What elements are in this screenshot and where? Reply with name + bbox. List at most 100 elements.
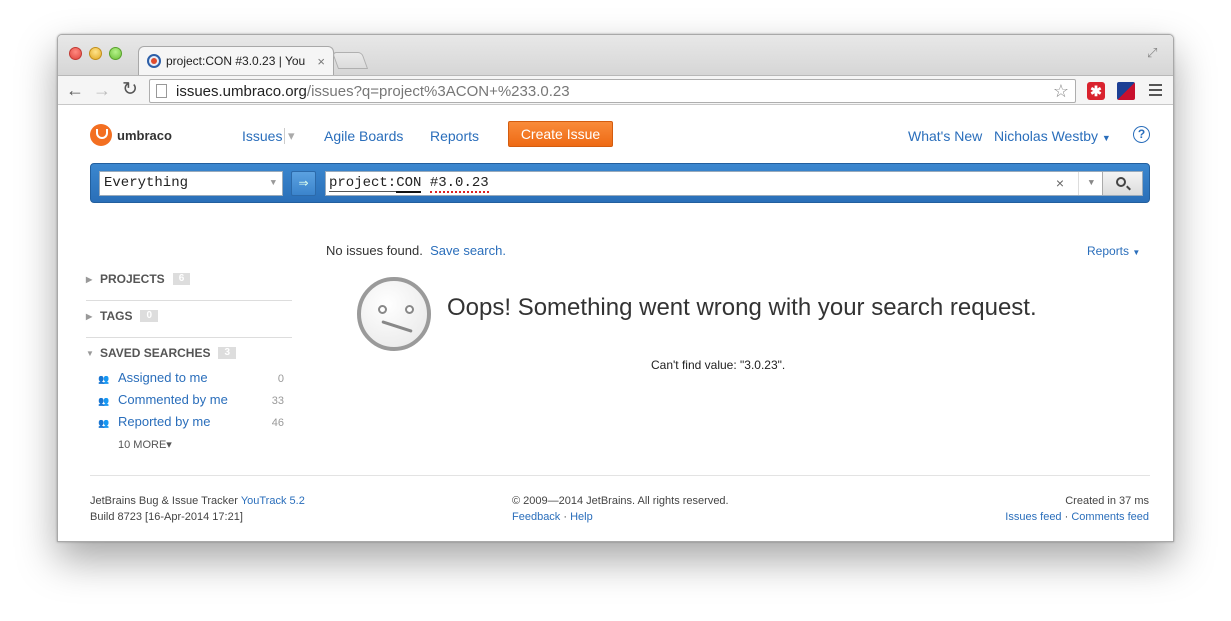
url-text[interactable]: issues.umbraco.org/issues?q=project%3ACO… bbox=[176, 83, 570, 100]
saved-search-count: 46 bbox=[271, 417, 284, 429]
saved-searches-header[interactable]: ▼ SAVED SEARCHES 3 bbox=[86, 346, 237, 360]
reload-icon[interactable]: ↻ bbox=[122, 79, 138, 101]
url-host: issues.umbraco.org bbox=[176, 82, 307, 100]
help-link[interactable]: Help bbox=[570, 511, 593, 523]
browser-tab[interactable]: project:CON #3.0.23 | You × bbox=[138, 46, 334, 75]
tab-close-icon[interactable]: × bbox=[317, 54, 325, 69]
reports-dropdown-label: Reports bbox=[1087, 244, 1130, 258]
tab-title: project:CON #3.0.23 | You bbox=[166, 54, 306, 68]
search-status: No issues found. Save search. bbox=[326, 243, 506, 258]
tags-section[interactable]: ▶ TAGS 0 bbox=[86, 301, 292, 338]
created-time: Created in 37 ms bbox=[1065, 495, 1149, 507]
extension-flag-icon[interactable] bbox=[1117, 82, 1135, 100]
sad-face-icon bbox=[357, 277, 431, 351]
page-icon bbox=[156, 84, 167, 98]
search-icon bbox=[1116, 177, 1126, 187]
projects-count-badge: 6 bbox=[172, 273, 191, 285]
projects-label: PROJECTS bbox=[100, 272, 165, 286]
feedback-link[interactable]: Feedback bbox=[512, 511, 560, 523]
saved-search-label[interactable]: Commented by me bbox=[118, 392, 228, 407]
left-eye bbox=[378, 305, 387, 314]
bookmark-star-icon[interactable]: ☆ bbox=[1053, 81, 1069, 102]
create-issue-button[interactable]: Create Issue bbox=[508, 121, 613, 147]
saved-search-item[interactable]: 👥 Assigned to me 0 bbox=[86, 368, 292, 390]
expand-triangle-icon: ▶ bbox=[86, 274, 93, 284]
saved-searches-list: 👥 Assigned to me 0 👥 Commented by me 33 … bbox=[86, 368, 292, 456]
minimize-window-button[interactable] bbox=[89, 47, 102, 60]
comments-feed-link[interactable]: Comments feed bbox=[1071, 511, 1149, 523]
user-name: Nicholas Westby bbox=[994, 128, 1099, 144]
projects-header[interactable]: ▶ PROJECTS 6 bbox=[86, 272, 191, 286]
sidebar: ▶ PROJECTS 6 ▶ TAGS 0 ▼ SAVED SEARCHES 3 bbox=[86, 264, 292, 451]
back-arrow-icon[interactable]: ← bbox=[66, 79, 84, 101]
saved-searches-count-badge: 3 bbox=[218, 347, 237, 359]
extension-red-icon[interactable]: ✱ bbox=[1087, 82, 1105, 100]
query-project: CON bbox=[396, 175, 422, 193]
footer-divider bbox=[90, 475, 1150, 476]
forward-arrow-icon[interactable]: → bbox=[93, 79, 111, 101]
umbraco-logo-icon bbox=[90, 124, 112, 146]
nav-issues-link[interactable]: Issues bbox=[242, 128, 282, 144]
tags-label: TAGS bbox=[100, 309, 133, 323]
users-icon: 👥 bbox=[98, 418, 110, 428]
youtrack-favicon-icon bbox=[147, 54, 161, 68]
logo-text: umbraco bbox=[117, 127, 172, 143]
more-link[interactable]: 10 MORE▾ bbox=[118, 438, 172, 451]
saved-search-item[interactable]: 👥 Commented by me 33 bbox=[86, 390, 292, 412]
fullscreen-icon[interactable]: ⤢ bbox=[1147, 45, 1161, 60]
nav-agile-boards-link[interactable]: Agile Boards bbox=[324, 128, 403, 144]
query-space bbox=[421, 175, 429, 191]
saved-search-label[interactable]: Reported by me bbox=[118, 414, 211, 429]
more-saved-searches[interactable]: 10 MORE▾ bbox=[86, 434, 292, 456]
query-version: #3.0.23 bbox=[429, 175, 489, 193]
saved-search-count: 33 bbox=[271, 395, 284, 407]
youtrack-version-link[interactable]: YouTrack 5.2 bbox=[241, 495, 305, 507]
footer-separator: · bbox=[560, 511, 571, 523]
user-caret-icon: ▼ bbox=[1101, 133, 1111, 143]
tags-header[interactable]: ▶ TAGS 0 bbox=[86, 309, 159, 323]
address-bar[interactable]: issues.umbraco.org/issues?q=project%3ACO… bbox=[149, 79, 1076, 103]
saved-search-label[interactable]: Assigned to me bbox=[118, 370, 208, 385]
new-tab-button[interactable] bbox=[331, 52, 369, 69]
nav-reports-link[interactable]: Reports bbox=[430, 128, 479, 144]
error-title: Oops! Something went wrong with your sea… bbox=[447, 294, 1037, 321]
close-window-button[interactable] bbox=[69, 47, 82, 60]
query-dropdown-icon[interactable]: ▼ bbox=[1077, 172, 1094, 195]
tab-strip: project:CON #3.0.23 | You × ⤢ bbox=[58, 35, 1173, 75]
search-button[interactable] bbox=[1102, 172, 1142, 195]
search-query-input[interactable]: project:CON #3.0.23 × ▼ bbox=[325, 171, 1143, 196]
search-context-select[interactable]: Everything ▼ bbox=[99, 171, 283, 196]
chrome-menu-icon[interactable] bbox=[1149, 84, 1162, 99]
tracker-text: JetBrains Bug & Issue Tracker bbox=[90, 495, 241, 507]
url-path: /issues?q=project%3ACON+%233.0.23 bbox=[306, 82, 570, 100]
user-menu[interactable]: Nicholas Westby ▼ bbox=[994, 128, 1111, 144]
save-search-link[interactable]: Save search. bbox=[430, 243, 506, 258]
footer-separator: · bbox=[1061, 511, 1072, 523]
copyright: © 2009—2014 JetBrains. All rights reserv… bbox=[512, 495, 729, 507]
no-issues-text: No issues found. bbox=[326, 243, 423, 258]
zoom-window-button[interactable] bbox=[109, 47, 122, 60]
expand-triangle-icon: ▶ bbox=[86, 311, 93, 321]
saved-search-item[interactable]: 👥 Reported by me 46 bbox=[86, 412, 292, 434]
youtrack-page: umbraco Issues ▾ Agile Boards Reports Cr… bbox=[58, 106, 1173, 541]
reports-caret-icon: ▼ bbox=[1132, 248, 1141, 257]
footer-right: Created in 37 ms Issues feed · Comments … bbox=[1005, 493, 1149, 525]
right-eye bbox=[405, 305, 414, 314]
help-icon[interactable]: ? bbox=[1133, 126, 1150, 143]
projects-section[interactable]: ▶ PROJECTS 6 bbox=[86, 264, 292, 301]
context-arrow-button[interactable]: ⇒ bbox=[291, 171, 316, 196]
footer-center: © 2009—2014 JetBrains. All rights reserv… bbox=[512, 493, 729, 525]
whats-new-link[interactable]: What's New bbox=[908, 128, 982, 144]
footer-left: JetBrains Bug & Issue Tracker YouTrack 5… bbox=[90, 493, 305, 525]
build-info: Build 8723 [16-Apr-2014 17:21] bbox=[90, 511, 243, 523]
clear-icon[interactable]: × bbox=[1056, 172, 1064, 195]
issues-dropdown-icon[interactable]: ▾ bbox=[284, 128, 295, 144]
tags-count-badge: 0 bbox=[140, 310, 159, 322]
saved-search-count: 0 bbox=[277, 373, 284, 385]
top-navigation: umbraco Issues ▾ Agile Boards Reports Cr… bbox=[58, 106, 1173, 161]
reports-dropdown[interactable]: Reports ▼ bbox=[1087, 244, 1140, 258]
umbraco-logo[interactable]: umbraco bbox=[90, 124, 172, 146]
issues-feed-link[interactable]: Issues feed bbox=[1005, 511, 1061, 523]
browser-window: project:CON #3.0.23 | You × ⤢ ← → ↻ issu… bbox=[57, 34, 1174, 542]
chevron-down-icon: ▼ bbox=[270, 178, 276, 188]
